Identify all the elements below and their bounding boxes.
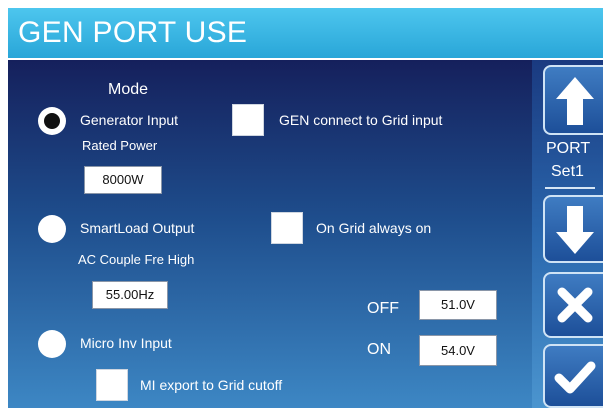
gen-connect-grid-checkbox[interactable]: [232, 104, 264, 136]
gen-port-use-screen: GEN PORT USE Mode Generator Input GEN co…: [0, 0, 603, 408]
on-grid-always-on-checkbox[interactable]: [271, 212, 303, 244]
generator-input-radio[interactable]: [38, 107, 66, 135]
smartload-output-radio[interactable]: [38, 215, 66, 243]
generator-input-label: Generator Input: [80, 112, 179, 128]
cancel-button[interactable]: [543, 272, 603, 338]
page-title: GEN PORT USE: [8, 8, 603, 58]
page-up-button[interactable]: [543, 65, 603, 135]
on-grid-always-on-label: On Grid always on: [316, 220, 432, 236]
checkmark-icon: [554, 361, 596, 394]
rated-power-input[interactable]: 8000W: [84, 166, 162, 194]
page-down-button[interactable]: [543, 195, 603, 263]
smartload-output-label: SmartLoad Output: [80, 220, 195, 236]
ac-couple-fre-high-input[interactable]: 55.00Hz: [92, 281, 168, 309]
on-voltage-label: ON: [367, 341, 391, 358]
arrow-up-icon: [556, 77, 594, 125]
off-voltage-input[interactable]: 51.0V: [419, 290, 497, 320]
close-icon: [557, 287, 593, 323]
gen-connect-grid-label: GEN connect to Grid input: [279, 112, 443, 128]
arrow-down-icon: [556, 206, 594, 254]
confirm-button[interactable]: [543, 344, 603, 408]
off-voltage-label: OFF: [367, 300, 399, 317]
micro-inv-input-label: Micro Inv Input: [80, 335, 172, 351]
rated-power-label: Rated Power: [82, 138, 158, 153]
ac-couple-fre-high-label: AC Couple Fre High: [78, 252, 195, 267]
port-label: PORT: [546, 140, 591, 157]
micro-inv-input-radio[interactable]: [38, 330, 66, 358]
mi-export-cutoff-checkbox[interactable]: [96, 369, 128, 401]
mi-export-cutoff-label: MI export to Grid cutoff: [140, 377, 283, 393]
port-set-label: Set1: [551, 163, 584, 180]
mode-heading: Mode: [108, 81, 149, 98]
on-voltage-input[interactable]: 54.0V: [419, 335, 497, 366]
port-set-divider: [545, 187, 595, 189]
